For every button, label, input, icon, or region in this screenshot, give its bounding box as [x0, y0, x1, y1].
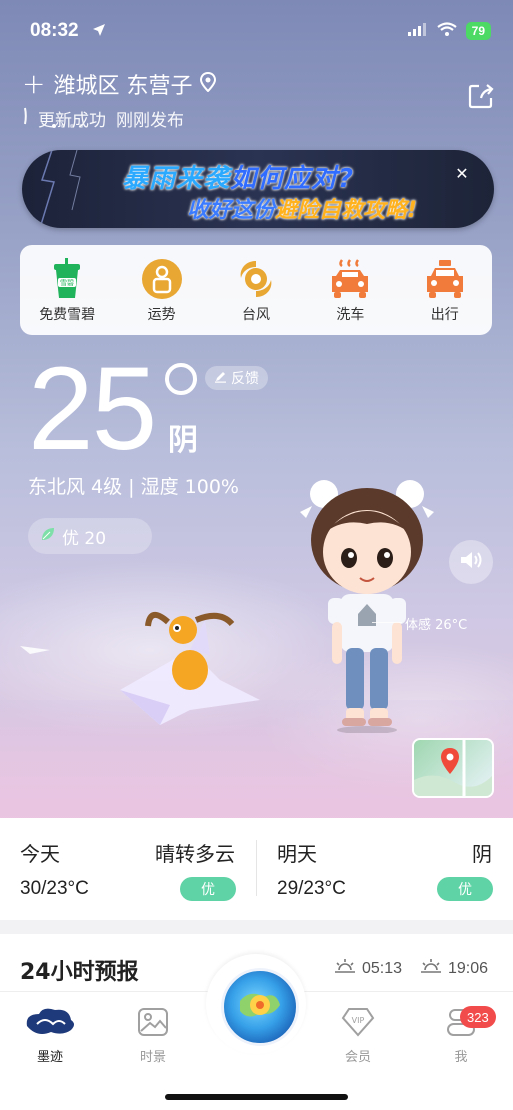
service-car-wash[interactable]: 洗车 [305, 256, 395, 324]
tab-vip[interactable]: VIP 会员 [326, 1006, 390, 1065]
status-bar: 08:32 79 [0, 0, 513, 60]
bottom-tab-bar: 墨迹 时景 VIP 会员 我 [0, 954, 513, 1110]
tab-scenery[interactable]: 时景 [121, 1006, 185, 1065]
banner-headline: 暴雨来袭如何应对? [122, 164, 355, 194]
location-header[interactable]: + 潍城区 东营子 更新成功 刚刚发布 [22, 68, 217, 131]
image-icon [137, 1006, 169, 1042]
current-temperature: 25 [28, 343, 157, 475]
status-right: 79 [407, 21, 491, 40]
weather-map-button[interactable] [412, 738, 494, 798]
svg-text:雪碧: 雪碧 [60, 278, 74, 287]
tab-moji[interactable]: 墨迹 [18, 1006, 82, 1065]
service-free-sprite[interactable]: 雪碧 免费雪碧 [22, 256, 112, 324]
feedback-button[interactable]: 反馈 [205, 366, 268, 390]
sunset: 19:06 [420, 958, 488, 979]
section-separator [0, 920, 513, 934]
typhoon-icon [233, 256, 279, 302]
feedback-label: 反馈 [231, 371, 259, 387]
sunrise: 05:13 [334, 958, 402, 979]
home-indicator[interactable] [165, 1094, 348, 1100]
banner-close-button[interactable]: ✕ [450, 161, 474, 185]
service-typhoon[interactable]: 台风 [211, 256, 301, 324]
globe-button[interactable] [221, 968, 299, 1046]
daily-forecast-card[interactable]: 今天 晴转多云 30/23°C 优 明天 阴 29/23°C 优 [0, 818, 513, 920]
tab-label: 时景 [139, 1050, 166, 1065]
leaf-icon [40, 526, 56, 547]
publish-time: 刚刚发布 [116, 111, 184, 131]
service-travel[interactable]: 出行 [400, 256, 490, 324]
feels-like: 体感 26°C [405, 618, 468, 633]
service-label: 洗车 [336, 307, 365, 323]
vip-icon: VIP [341, 1006, 375, 1042]
sunrise-time: 05:13 [362, 959, 403, 977]
service-label: 免费雪碧 [39, 307, 96, 323]
current-condition: 阴 [168, 423, 198, 458]
status-time: 08:32 [30, 20, 79, 41]
banner-subheadline: 收好这份避险自救攻略! [187, 198, 418, 223]
tomorrow-condition: 阴 [472, 842, 492, 866]
pencil-icon [214, 370, 227, 387]
tab-label: 我 [454, 1050, 468, 1065]
svg-text:VIP: VIP [352, 1016, 365, 1025]
taxi-icon [422, 256, 468, 302]
car-wash-icon [327, 256, 373, 302]
today-temp: 30/23°C [20, 878, 89, 899]
battery-indicator: 79 [465, 21, 491, 40]
notification-badge: 323 [460, 1006, 496, 1028]
tomorrow-temp: 29/23°C [277, 878, 346, 899]
quick-services: 雪碧 免费雪碧 运势 台风 洗车 出行 [20, 245, 492, 335]
tomorrow-aqi-badge: 优 [437, 877, 493, 901]
service-fortune[interactable]: 运势 [117, 256, 207, 324]
refresh-icon [22, 107, 28, 130]
share-icon [467, 84, 495, 114]
aqi-button[interactable]: 优 20 [28, 518, 152, 554]
feels-like-pointer [372, 622, 402, 623]
service-label: 运势 [147, 307, 176, 323]
today-condition: 晴转多云 [155, 842, 235, 866]
add-city-icon[interactable]: + [22, 70, 45, 98]
today-label: 今天 [20, 842, 60, 866]
fortune-icon [139, 256, 185, 302]
location-pin-icon [200, 71, 217, 96]
aqi-label: 优 20 [62, 528, 107, 549]
close-icon: ✕ [455, 163, 469, 183]
forecast-divider [256, 840, 257, 896]
rainstorm-banner[interactable]: 暴雨来袭如何应对? 收好这份避险自救攻略! ✕ [22, 150, 494, 228]
tab-label: 墨迹 [36, 1050, 63, 1065]
mascot-illustration [20, 610, 280, 754]
speaker-icon [459, 550, 483, 574]
avatar-character[interactable] [292, 478, 442, 737]
today-aqi-badge: 优 [180, 877, 236, 901]
sunset-time: 19:06 [448, 959, 489, 977]
wind-humidity: 东北风 4级 | 湿度 100% [28, 476, 239, 498]
tomorrow-label: 明天 [277, 842, 317, 866]
hourly-title: 24小时预报 [20, 960, 139, 985]
location-arrow-icon [92, 22, 106, 41]
moji-cloud-icon [23, 1006, 77, 1042]
degree-symbol [165, 363, 197, 395]
page-indicator [52, 124, 83, 128]
signal-icon [407, 21, 428, 40]
share-button[interactable] [467, 82, 495, 114]
service-label: 台风 [241, 307, 270, 323]
map-pin-icon [414, 740, 492, 796]
tab-label: 会员 [344, 1050, 371, 1065]
voice-broadcast-button[interactable] [449, 540, 493, 584]
location-name[interactable]: 潍城区 东营子 [53, 68, 192, 100]
wifi-icon [436, 21, 457, 40]
lightning-decoration [39, 150, 81, 228]
cup-icon: 雪碧 [44, 256, 90, 302]
service-label: 出行 [430, 307, 459, 323]
sunrise-icon [334, 958, 356, 979]
sunset-icon [420, 958, 442, 979]
